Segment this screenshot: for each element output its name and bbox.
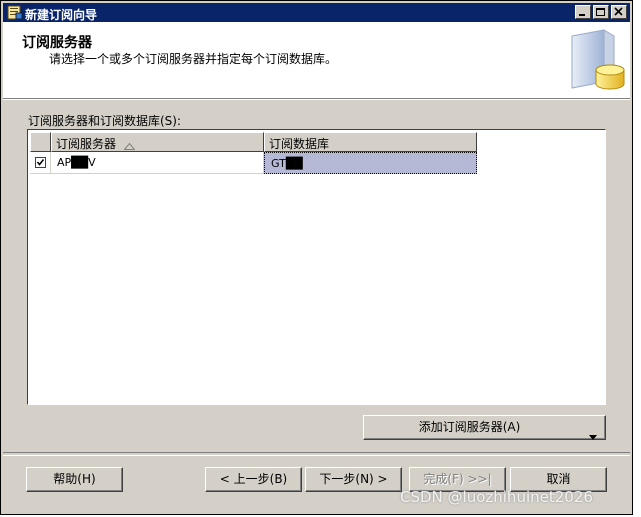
dropdown-arrow-icon[interactable]	[589, 425, 597, 447]
close-button[interactable]	[611, 5, 627, 19]
column-header-select[interactable]	[30, 132, 51, 152]
page-subtitle: 请选择一个或多个订阅服务器并指定每个订阅数据库。	[49, 52, 338, 66]
subscription-database-cell[interactable]: GT██	[264, 152, 477, 174]
page-title: 订阅服务器	[22, 35, 92, 51]
wizard-app-icon	[7, 5, 23, 20]
add-subscriber-label: 添加订阅服务器(A)	[418, 420, 521, 434]
minimize-button[interactable]	[575, 5, 591, 19]
add-subscriber-button[interactable]: 添加订阅服务器(A)	[363, 415, 606, 440]
subscriber-grid[interactable]: 订阅服务器 订阅数据库 AP██V GT██	[27, 129, 606, 405]
column-header-database-label: 订阅数据库	[269, 137, 330, 151]
footer-divider	[3, 452, 630, 456]
subscriber-checkbox[interactable]	[35, 157, 46, 168]
header-divider	[3, 99, 630, 100]
column-header-server-label: 订阅服务器	[56, 137, 117, 151]
wizard-window: 新建订阅向导 订阅服务器 请选择一个或多个订阅服务器并指定每个订阅数据库。 订阅…	[0, 0, 633, 515]
help-button[interactable]: 帮助(H)	[26, 467, 123, 492]
grid-label: 订阅服务器和订阅数据库(S):	[28, 114, 182, 128]
next-button[interactable]: 下一步(N) >	[305, 467, 402, 492]
title-bar[interactable]: 新建订阅向导	[3, 3, 630, 22]
sort-ascending-icon	[123, 139, 136, 153]
database-server-icon	[564, 26, 628, 94]
window-title: 新建订阅向导	[25, 8, 98, 22]
wizard-header: 订阅服务器 请选择一个或多个订阅服务器并指定每个订阅数据库。	[3, 22, 630, 99]
back-button[interactable]: < 上一步(B)	[205, 467, 302, 492]
subscriber-server-cell[interactable]: AP██V	[51, 152, 264, 174]
watermark: CSDN @luozhihuinet2026	[400, 488, 593, 506]
maximize-button[interactable]	[593, 5, 609, 19]
column-header-server[interactable]: 订阅服务器	[51, 132, 264, 152]
row-select-cell[interactable]	[30, 152, 51, 174]
column-header-database[interactable]: 订阅数据库	[264, 132, 477, 152]
